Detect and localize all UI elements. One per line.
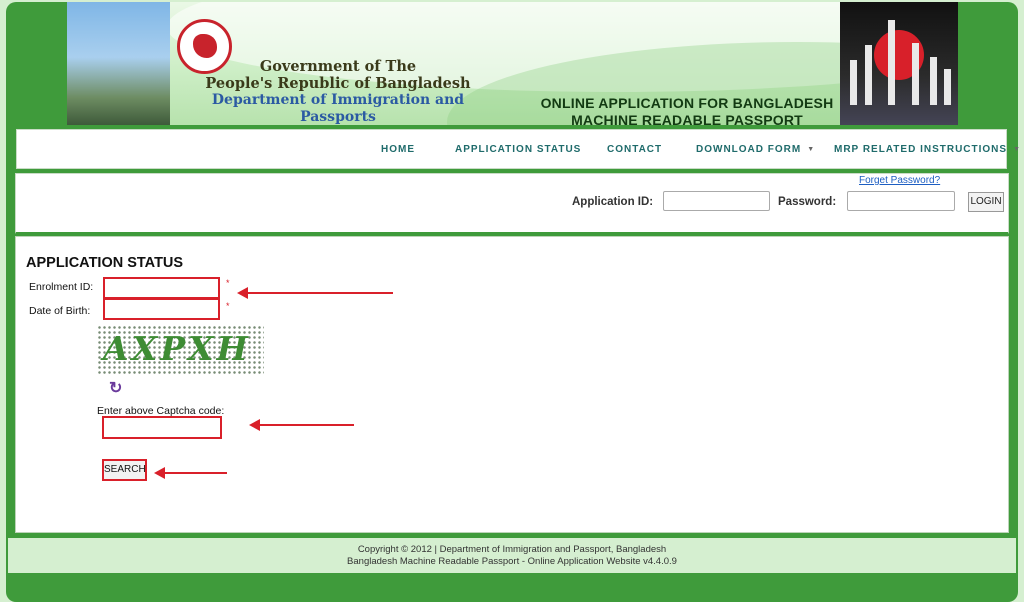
footer: Copyright © 2012 | Department of Immigra…	[8, 538, 1016, 573]
gov-line-2: People's Republic of Bangladesh	[205, 75, 471, 92]
required-mark: *	[226, 301, 230, 311]
date-of-birth-label: Date of Birth:	[29, 305, 91, 317]
forget-password-link[interactable]: Forget Password?	[859, 175, 940, 186]
login-button[interactable]: LOGIN	[968, 192, 1004, 212]
monument-pillar	[912, 43, 919, 105]
required-mark: *	[226, 278, 230, 288]
enrolment-id-label: Enrolment ID:	[29, 281, 94, 293]
gov-line-1: Government of The	[259, 58, 417, 75]
date-of-birth-input[interactable]	[103, 298, 220, 320]
monument-pillar	[850, 60, 857, 105]
captcha-input[interactable]	[102, 416, 222, 439]
government-title: Government of The People's Republic of B…	[173, 58, 503, 125]
monument-pillar	[944, 69, 951, 105]
application-status-panel: APPLICATION STATUS Enrolment ID: * Date …	[15, 236, 1009, 533]
application-id-label: Application ID:	[572, 196, 654, 208]
password-label: Password:	[778, 196, 837, 208]
search-button[interactable]: SEARCH	[102, 459, 147, 481]
footer-version: Bangladesh Machine Readable Passport - O…	[347, 556, 677, 567]
arrow-left-icon	[154, 467, 227, 479]
header-banner: Government of The People's Republic of B…	[67, 2, 958, 125]
gov-line-3: Department of Immigration and Passports	[211, 92, 465, 125]
martyrs-monument-photo	[840, 2, 958, 125]
login-bar: Forget Password? Application ID: Passwor…	[15, 173, 1009, 234]
national-memorial-photo	[67, 2, 170, 125]
nav-download-form[interactable]: DOWNLOAD FORM ▼	[696, 144, 815, 155]
nav-download-form-label: DOWNLOAD FORM	[696, 144, 802, 155]
refresh-captcha-icon[interactable]: ↻	[109, 378, 122, 398]
monument-pillar	[930, 57, 937, 105]
arrow-left-icon	[237, 287, 393, 299]
nav-contact[interactable]: CONTACT	[607, 144, 662, 155]
application-id-input[interactable]	[663, 191, 770, 211]
footer-copyright: Copyright © 2012 | Department of Immigra…	[357, 544, 667, 555]
arrow-left-icon	[249, 419, 354, 431]
page-title: APPLICATION STATUS	[26, 255, 184, 271]
caret-down-icon: ▼	[1013, 145, 1022, 153]
captcha-text: AXPXH	[103, 329, 251, 368]
online-line-1: ONLINE APPLICATION FOR BANGLADESH	[540, 95, 834, 111]
caret-down-icon: ▼	[807, 145, 816, 153]
bangladesh-map-icon	[193, 34, 217, 58]
nav-home[interactable]: HOME	[381, 144, 415, 155]
monument-pillar	[865, 45, 872, 105]
nav-mrp-label: MRP RELATED INSTRUCTIONS	[834, 144, 1008, 155]
password-input[interactable]	[847, 191, 955, 211]
online-line-2: MACHINE READABLE PASSPORT	[571, 112, 803, 125]
nav-mrp-instructions[interactable]: MRP RELATED INSTRUCTIONS ▼	[834, 144, 1021, 155]
monument-pillar	[888, 20, 895, 105]
online-application-title: ONLINE APPLICATION FOR BANGLADESH MACHIN…	[522, 95, 852, 125]
captcha-image: AXPXH	[97, 325, 264, 375]
enrolment-id-input[interactable]	[103, 277, 220, 299]
main-nav: HOME APPLICATION STATUS CONTACT DOWNLOAD…	[16, 129, 1020, 169]
nav-application-status[interactable]: APPLICATION STATUS	[455, 144, 581, 155]
